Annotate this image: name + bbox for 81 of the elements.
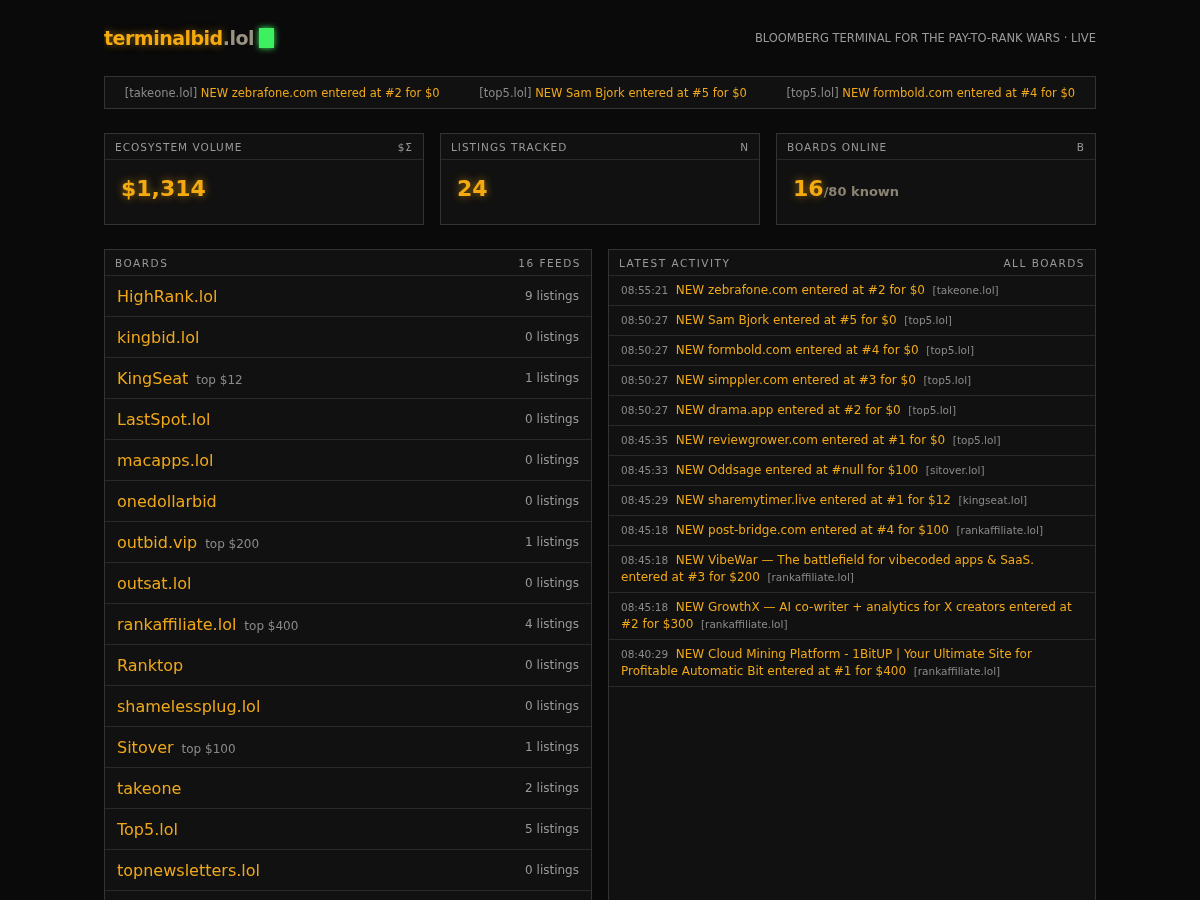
board-name: KingSeat bbox=[117, 368, 189, 388]
listing-count: 1 listings bbox=[525, 740, 579, 754]
board-row[interactable]: takeone 2 listings bbox=[105, 768, 591, 809]
activity-item: 08:40:29 NEW Cloud Mining Platform - 1BitUP | Your Ultimate Site for Profitable Automatic Bit entered at #1 for $400 [rankaffiliate.lol] bbox=[609, 640, 1095, 687]
board-name: takeone bbox=[117, 778, 182, 798]
panel-title: BOARDS bbox=[115, 256, 169, 269]
listing-count: 0 listings bbox=[525, 412, 579, 426]
listing-count: 5 listings bbox=[525, 822, 579, 836]
board-row[interactable]: onedollarbid 0 listings bbox=[105, 481, 591, 522]
board-row[interactable]: Top5.lol 5 listings bbox=[105, 809, 591, 850]
board-name: shamelessplug.lol bbox=[117, 696, 261, 716]
board-name: LastSpot.lol bbox=[117, 409, 211, 429]
stat-value: 24 bbox=[457, 176, 488, 201]
activity-item: 08:50:27 NEW drama.app entered at #2 for $0 [top5.lol] bbox=[609, 396, 1095, 426]
activity-item: 08:50:27 NEW formbold.com entered at #4 for $0 [top5.lol] bbox=[609, 336, 1095, 366]
board-row[interactable]: topnewsletters.lol 0 listings bbox=[105, 850, 591, 891]
activity-item: 08:50:27 NEW Sam Bjork entered at #5 for $0 [top5.lol] bbox=[609, 306, 1095, 336]
ticker-item: [top5.lol] NEW Sam Bjork entered at #5 for $0 bbox=[479, 85, 747, 100]
board-row[interactable]: LastSpot.lol 0 listings bbox=[105, 399, 591, 440]
stat-label: ECOSYSTEM VOLUME bbox=[115, 140, 243, 153]
board-row[interactable]: kingbid.lol 0 listings bbox=[105, 317, 591, 358]
listing-count: 0 listings bbox=[525, 576, 579, 590]
board-name: kingbid.lol bbox=[117, 327, 200, 347]
panel-title: LATEST ACTIVITY bbox=[619, 256, 731, 269]
site-logo[interactable]: terminalbid.lol bbox=[104, 27, 255, 49]
board-row[interactable]: Sitover top $100 1 listings bbox=[105, 727, 591, 768]
listing-count: 1 listings bbox=[525, 535, 579, 549]
stat-value: 16 bbox=[793, 176, 824, 201]
activity-item: 08:45:18 NEW VibeWar — The battlefield for vibecoded apps & SaaS. entered at #3 for $200 [rankaffiliate.lol] bbox=[609, 546, 1095, 593]
board-name: rankaffiliate.lol bbox=[117, 614, 237, 634]
listing-count: 2 listings bbox=[525, 781, 579, 795]
board-name: Ranktop bbox=[117, 655, 184, 675]
board-row[interactable]: outsat.lol 0 listings bbox=[105, 563, 591, 604]
top-bid: top $100 bbox=[181, 741, 236, 756]
board-name: onedollarbid bbox=[117, 491, 217, 511]
board-row[interactable]: shamelessplug.lol 0 listings bbox=[105, 686, 591, 727]
feed-count: 16 FEEDS bbox=[518, 256, 581, 269]
panel-scope: ALL BOARDS bbox=[1003, 256, 1085, 269]
stat-suffix: /80 known bbox=[823, 184, 900, 199]
activity-item: 08:50:27 NEW simppler.com entered at #3 for $0 [top5.lol] bbox=[609, 366, 1095, 396]
activity-item: 08:45:18 NEW GrowthX — AI co-writer + analytics for X creators entered at #2 for $300 [rankaffiliate.lol] bbox=[609, 593, 1095, 640]
ticker-item: [takeone.lol] NEW zebrafone.com entered at #2 for $0 bbox=[124, 85, 440, 100]
board-name: HighRank.lol bbox=[117, 286, 218, 306]
board-name: outbid.vip bbox=[117, 532, 198, 552]
top-bid: top $400 bbox=[244, 618, 299, 633]
activity-item: 08:45:33 NEW Oddsage entered at #null for $100 [sitover.lol] bbox=[609, 456, 1095, 486]
activity-item: 08:45:29 NEW sharemytimer.live entered at #1 for $12 [kingseat.lol] bbox=[609, 486, 1095, 516]
stat-symbol: B bbox=[1076, 140, 1085, 153]
activity-item: 08:45:18 NEW post-bridge.com entered at #4 for $100 [rankaffiliate.lol] bbox=[609, 516, 1095, 546]
cursor-icon bbox=[259, 28, 275, 48]
listing-count: 0 listings bbox=[525, 453, 579, 467]
board-name: Top5.lol bbox=[117, 819, 178, 839]
stat-value: $1,314 bbox=[121, 176, 206, 201]
board-name: outsat.lol bbox=[117, 573, 192, 593]
board-row[interactable]: macapps.lol 0 listings bbox=[105, 440, 591, 481]
board-row[interactable]: HighRank.lol 9 listings bbox=[105, 276, 591, 317]
listing-count: 4 listings bbox=[525, 617, 579, 631]
top-bid: top $200 bbox=[205, 536, 260, 551]
stat-label: LISTINGS TRACKED bbox=[451, 140, 568, 153]
listing-count: 0 listings bbox=[525, 330, 579, 344]
board-name: macapps.lol bbox=[117, 450, 214, 470]
board-row[interactable]: Ranktop 0 listings bbox=[105, 645, 591, 686]
listing-count: 0 listings bbox=[525, 699, 579, 713]
activity-item: 08:55:21 NEW zebrafone.com entered at #2 for $0 [takeone.lol] bbox=[609, 276, 1095, 306]
listing-count: 0 listings bbox=[525, 863, 579, 877]
board-row[interactable]: rankaffiliate.lol top $400 4 listings bbox=[105, 604, 591, 645]
board-name: Sitover bbox=[117, 737, 174, 757]
stat-symbol: $Σ bbox=[397, 140, 413, 153]
tagline: BLOOMBERG TERMINAL FOR THE PAY-TO-RANK WARS · LIVE bbox=[754, 31, 1096, 45]
listing-count: 1 listings bbox=[525, 371, 579, 385]
listing-count: 9 listings bbox=[525, 289, 579, 303]
ticker-item: [top5.lol] NEW formbold.com entered at #4 for $0 bbox=[786, 85, 1076, 100]
top-bid: top $12 bbox=[196, 372, 243, 387]
board-row[interactable]: KingSeat top $12 1 listings bbox=[105, 358, 591, 399]
listing-count: 0 listings bbox=[525, 658, 579, 672]
stat-label: BOARDS ONLINE bbox=[787, 140, 888, 153]
stat-symbol: N bbox=[740, 140, 749, 153]
board-row[interactable]: outbid.vip top $200 1 listings bbox=[105, 522, 591, 563]
activity-item: 08:45:35 NEW reviewgrower.com entered at #1 for $0 [top5.lol] bbox=[609, 426, 1095, 456]
listing-count: 0 listings bbox=[525, 494, 579, 508]
board-name: topnewsletters.lol bbox=[117, 860, 260, 880]
